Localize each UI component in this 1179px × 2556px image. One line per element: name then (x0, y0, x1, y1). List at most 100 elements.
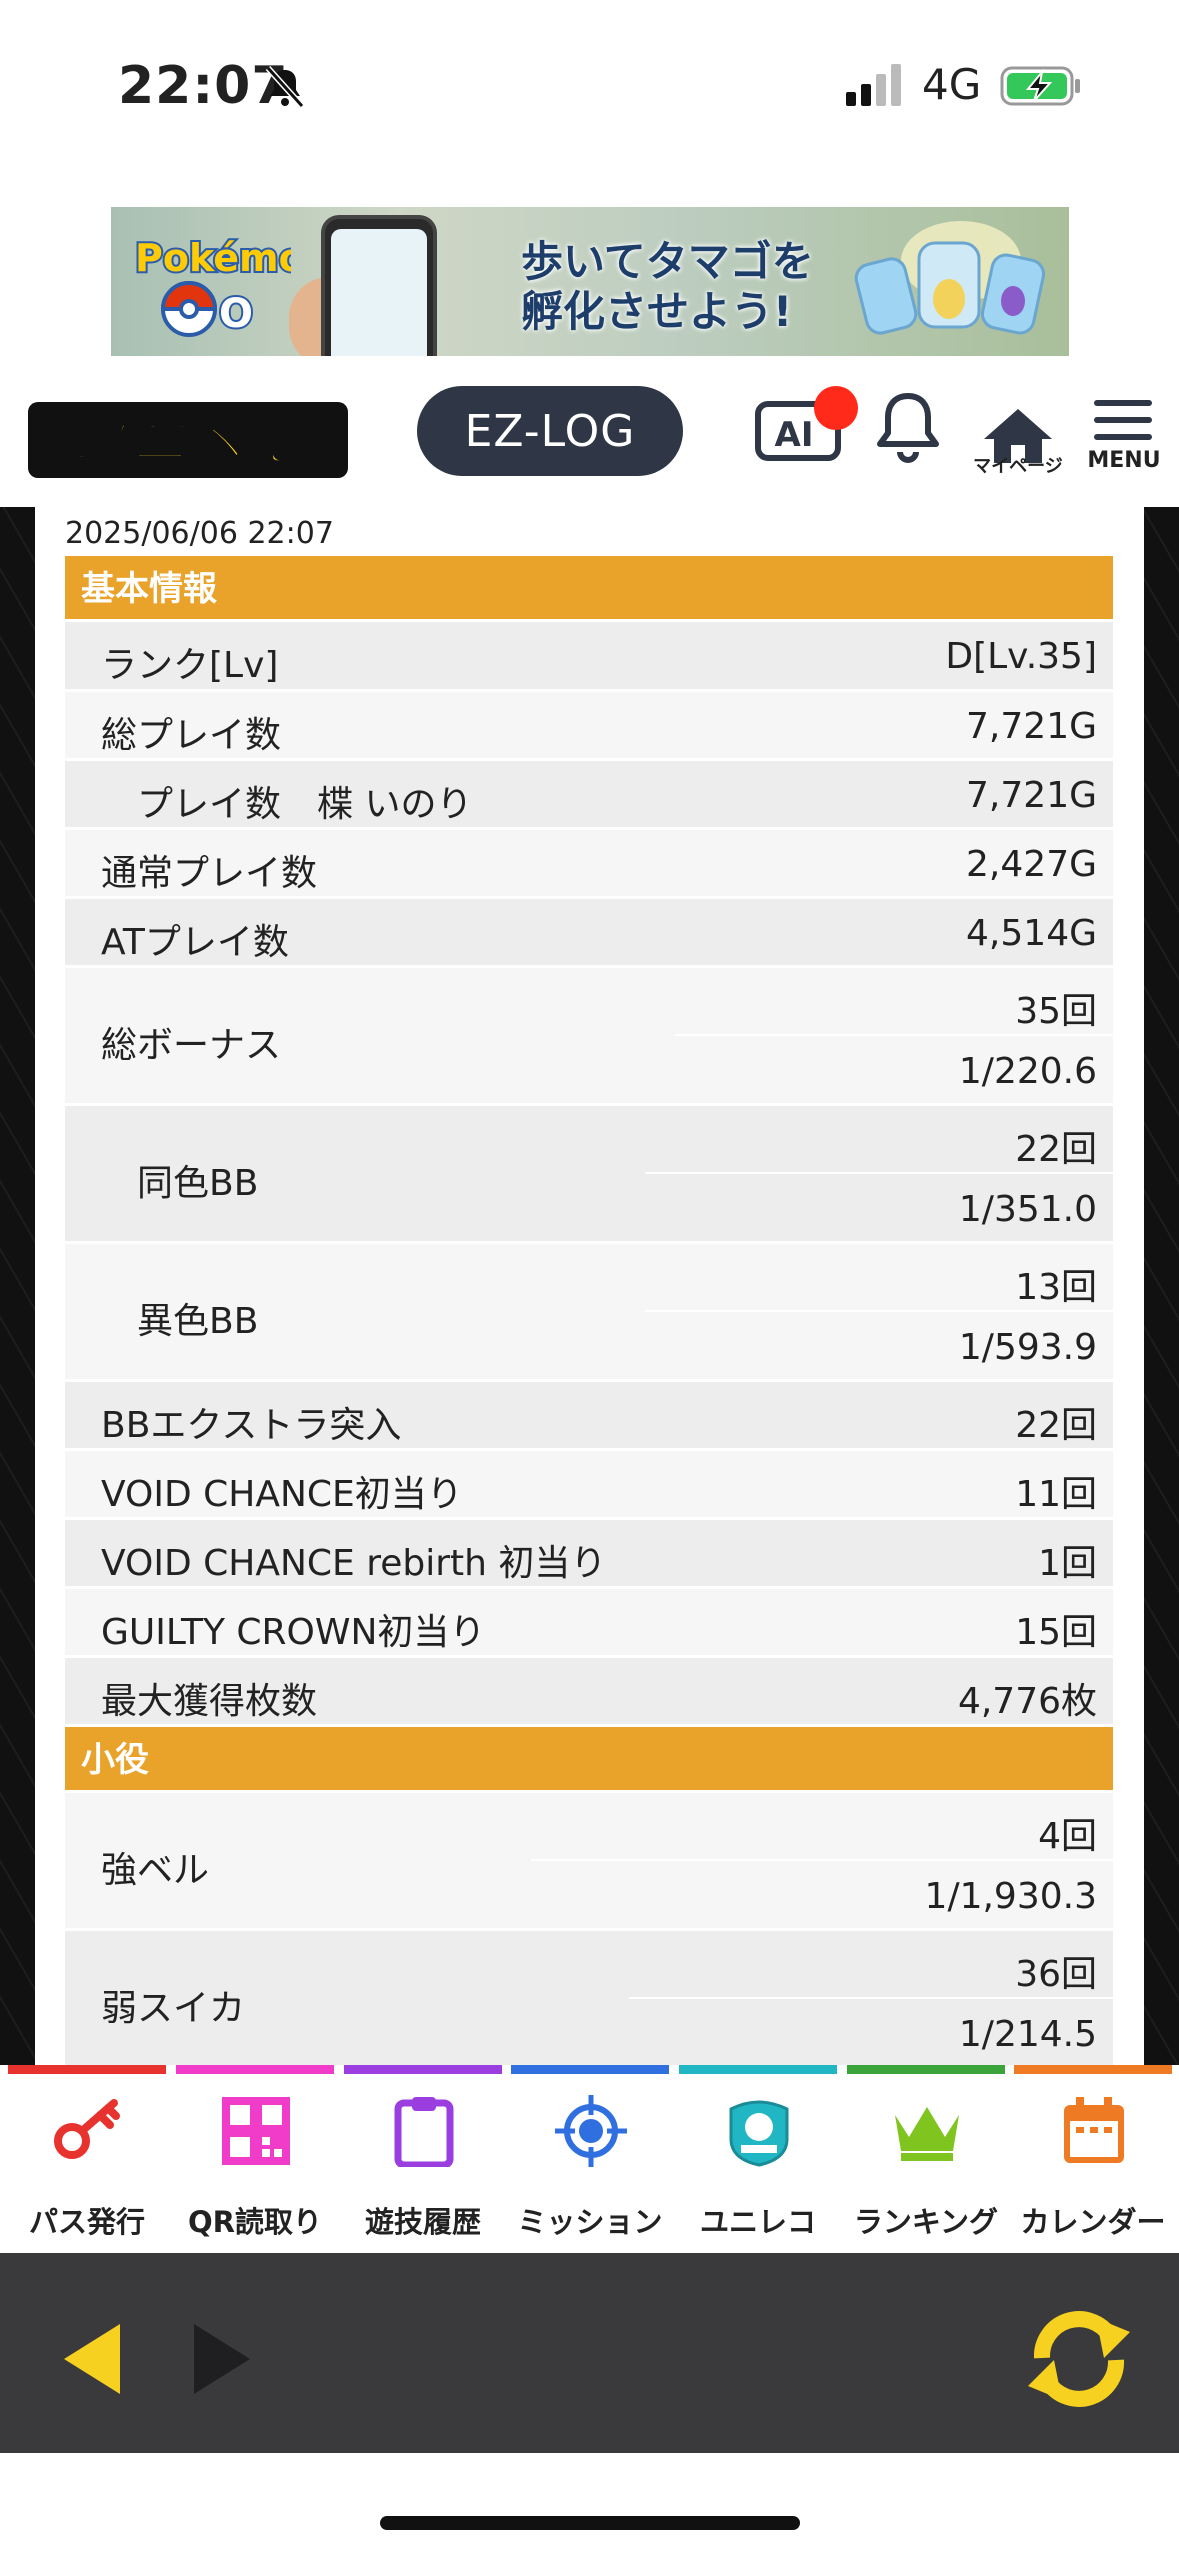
data-timestamp: 2025/06/06 22:07 (65, 516, 334, 551)
row-label: 通常プレイ数 (101, 853, 318, 894)
tab-color-bar (8, 2065, 166, 2074)
svg-text:O: O (219, 291, 253, 337)
unimemo-logo[interactable]: ユニメモ (24, 392, 352, 488)
table-row: 総プレイ数 7,721G (65, 692, 1113, 761)
tab-qr-scan[interactable]: QR読取り (176, 2065, 334, 2253)
row-value: 7,721G (966, 775, 1097, 816)
row-label: ランク[Lv] (101, 645, 279, 686)
table-row: GUILTY CROWN初当り 15回 (65, 1589, 1113, 1658)
ad-text-line1: 歩いてタマゴを (521, 237, 814, 286)
tab-label: ランキング (853, 2205, 999, 2239)
row-value-count: 4回 (1038, 1816, 1097, 1857)
row-divider (645, 1172, 1113, 1174)
stats-table: 基本情報 ランク[Lv] D[Lv.35] 総プレイ数 7,721G プレイ数 … (65, 556, 1113, 2069)
clipboard-icon (394, 2097, 454, 2167)
row-value: 1回 (1038, 1543, 1097, 1584)
table-row: 弱スイカ 36回 1/214.5 (65, 1931, 1113, 2069)
row-label: BBエクストラ突入 (101, 1405, 402, 1446)
row-divider (531, 1859, 1113, 1861)
tab-label: 遊技履歴 (364, 2205, 481, 2239)
signal-icon (846, 64, 901, 106)
ezlog-button[interactable]: EZ-LOG (417, 386, 683, 476)
egg-incubator-image (854, 221, 1046, 335)
unireco-icon (729, 2100, 789, 2167)
row-value-ratio: 1/593.9 (958, 1327, 1097, 1368)
ad-text-line2: 孵化させよう! (521, 287, 793, 336)
ad-phone-image (321, 215, 437, 356)
table-row: 通常プレイ数 2,427G (65, 830, 1113, 899)
row-label: GUILTY CROWN初当り (101, 1612, 486, 1653)
reload-icon[interactable] (1020, 2300, 1138, 2418)
row-label: 最大獲得枚数 (101, 1681, 318, 1722)
row-value: 11回 (1015, 1474, 1097, 1515)
tab-color-bar (847, 2065, 1005, 2074)
row-value-count: 35回 (1015, 991, 1097, 1032)
home-indicator (380, 2516, 800, 2530)
bottom-tab-bar: パス発行 QR読取り 遊技履歴 ミッション ユニレコ ランキング カレンダー (0, 2065, 1179, 2253)
bell-icon[interactable] (874, 390, 942, 466)
status-bar: 22:07 4G (0, 0, 1179, 180)
back-arrow-icon[interactable] (62, 2322, 122, 2396)
ai-label: AI (775, 415, 814, 455)
row-value: 4,514G (966, 913, 1097, 954)
battery-charging-icon (1000, 66, 1080, 106)
tab-color-bar (176, 2065, 334, 2074)
tab-label: QR読取り (188, 2205, 322, 2239)
row-value: 2,427G (966, 844, 1097, 885)
svg-text:Pokémon: Pokémon (135, 236, 291, 280)
row-value-ratio: 1/1,930.3 (924, 1876, 1097, 1917)
tab-ranking[interactable]: ランキング (847, 2065, 1005, 2253)
table-row: ATプレイ数 4,514G (65, 899, 1113, 968)
table-row: 同色BB 22回 1/351.0 (65, 1106, 1113, 1244)
forward-arrow-icon[interactable] (192, 2322, 252, 2396)
tab-label: パス発行 (28, 2205, 145, 2239)
calendar-icon (1064, 2097, 1124, 2163)
tab-label: ユニレコ (699, 2205, 816, 2239)
tab-color-bar (1014, 2065, 1172, 2074)
row-divider (629, 1997, 1113, 1999)
tab-calendar[interactable]: カレンダー (1014, 2065, 1172, 2253)
section-header-koyaku: 小役 (65, 1727, 1113, 1793)
key-icon (54, 2099, 120, 2159)
target-icon (555, 2095, 627, 2167)
hamburger-menu-icon[interactable] (1092, 398, 1154, 442)
ad-text: 歩いてタマゴを 孵化させよう! (521, 237, 814, 337)
row-divider (645, 1310, 1113, 1312)
row-value-ratio: 1/220.6 (958, 1051, 1097, 1092)
row-label: 異色BB (137, 1301, 259, 1342)
logo-text: ユニメモ (72, 408, 306, 476)
tab-color-bar (344, 2065, 502, 2074)
table-row: 異色BB 13回 1/593.9 (65, 1244, 1113, 1382)
ad-banner[interactable]: Pokémon O 歩いてタマゴを 孵化させよう! (111, 207, 1069, 356)
ezlog-label: EZ-LOG (464, 406, 636, 457)
row-value-count: 36回 (1015, 1954, 1097, 1995)
row-label: ATプレイ数 (101, 922, 289, 963)
row-value: 15回 (1015, 1612, 1097, 1653)
pokemon-go-logo: Pokémon O (133, 234, 291, 339)
section-header-basic: 基本情報 (65, 556, 1113, 622)
row-value: 22回 (1015, 1405, 1097, 1446)
silent-mode-icon (265, 65, 305, 109)
table-row: BBエクストラ突入 22回 (65, 1382, 1113, 1451)
table-row: VOID CHANCE rebirth 初当り 1回 (65, 1520, 1113, 1589)
table-row: プレイ数 楪 いのり 7,721G (65, 761, 1113, 830)
row-value: 7,721G (966, 706, 1097, 747)
row-value-ratio: 1/214.5 (958, 2014, 1097, 2055)
tab-pass-issue[interactable]: パス発行 (8, 2065, 166, 2253)
network-type: 4G (922, 60, 982, 109)
table-row: 総ボーナス 35回 1/220.6 (65, 968, 1113, 1106)
row-label: 弱スイカ (101, 1988, 246, 2029)
crown-icon (895, 2107, 959, 2161)
tab-play-history[interactable]: 遊技履歴 (344, 2065, 502, 2253)
notification-dot (814, 386, 858, 430)
mypage-label[interactable]: マイページ (972, 452, 1064, 478)
row-label: VOID CHANCE初当り (101, 1474, 463, 1515)
qr-icon (222, 2097, 290, 2165)
tab-label: カレンダー (1020, 2205, 1166, 2239)
tab-unireco[interactable]: ユニレコ (679, 2065, 837, 2253)
browser-toolbar (0, 2253, 1179, 2453)
row-label: 強ベル (101, 1850, 210, 1891)
tab-mission[interactable]: ミッション (511, 2065, 669, 2253)
row-label: プレイ数 楪 いのり (137, 784, 473, 825)
menu-label[interactable]: MENU (1086, 448, 1162, 473)
